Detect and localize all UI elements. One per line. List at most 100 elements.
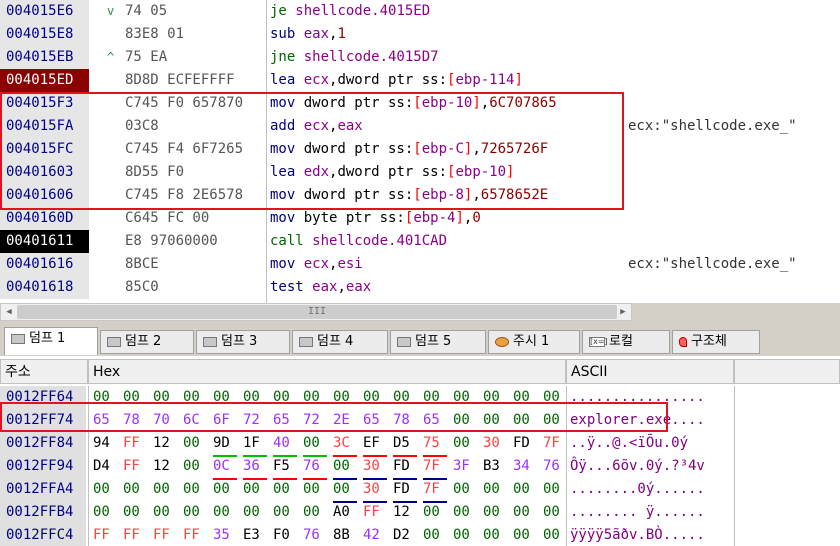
scroll-left-icon[interactable]: ◀ — [1, 304, 17, 320]
instruction-text[interactable]: sub eax,1 — [270, 23, 346, 46]
instruction-text[interactable]: jne shellcode.4015D7 — [270, 46, 439, 69]
instruction-address[interactable]: 004015FA — [0, 115, 89, 138]
ascii-text[interactable]: ........ ÿ...... — [570, 501, 705, 524]
hex-byte[interactable]: 00 — [243, 478, 267, 501]
hex-byte[interactable]: EF — [363, 432, 387, 457]
disasm-row[interactable]: 004015FA 03C8 add ecx,eax ecx:"shellcode.ex… — [0, 115, 840, 138]
hex-byte[interactable]: 00 — [123, 478, 147, 501]
hex-byte[interactable]: 00 — [303, 478, 327, 501]
hex-byte[interactable]: 00 — [453, 386, 477, 409]
hex-byte[interactable]: 6C — [183, 409, 207, 432]
hex-byte[interactable]: 00 — [273, 478, 297, 501]
hex-byte[interactable]: 00 — [183, 478, 207, 501]
hex-byte[interactable]: 00 — [453, 501, 477, 524]
hex-byte[interactable]: 00 — [303, 386, 327, 409]
hex-byte[interactable]: 00 — [453, 524, 477, 546]
hex-byte[interactable]: 00 — [333, 386, 357, 409]
instruction-address[interactable]: 00401606 — [0, 184, 89, 207]
hex-byte[interactable]: 00 — [273, 386, 297, 409]
hex-byte[interactable]: 35 — [213, 524, 237, 546]
hex-byte[interactable]: 76 — [543, 455, 567, 478]
scrollbar-thumb[interactable]: III — [17, 305, 617, 319]
disasm-row[interactable]: 00401611 E8 97060000 call shellcode.401CAD — [0, 230, 840, 253]
column-header-address[interactable]: 주소 — [0, 359, 88, 384]
hex-byte[interactable]: 00 — [183, 386, 207, 409]
column-header-hex[interactable]: Hex — [88, 359, 566, 384]
dump-address[interactable]: 0012FF94 — [0, 455, 86, 478]
hex-byte[interactable]: FF — [123, 455, 147, 478]
hex-byte[interactable]: 00 — [333, 455, 357, 480]
hex-byte[interactable]: 00 — [483, 501, 507, 524]
dump-row[interactable]: 0012FF94 D4 FF 12 00 0C 36 F5 76 00 30 FD 7F 3F B3 34 76… — [0, 455, 840, 480]
hex-byte[interactable]: 00 — [93, 386, 117, 409]
hex-byte[interactable]: F5 — [273, 455, 297, 480]
hex-byte[interactable]: D5 — [393, 432, 417, 457]
hex-byte[interactable]: FF — [183, 524, 207, 546]
disasm-row[interactable]: 00401618 85C0 test eax,eax — [0, 276, 840, 299]
hex-byte[interactable]: 00 — [453, 478, 477, 501]
hex-byte[interactable]: 00 — [123, 386, 147, 409]
hex-byte[interactable]: 00 — [423, 386, 447, 409]
dump-address[interactable]: 0012FF74 — [0, 409, 86, 432]
hex-byte[interactable]: 00 — [183, 432, 207, 455]
instruction-text[interactable]: mov dword ptr ss:[ebp-8],6578652E — [270, 184, 548, 207]
instruction-address[interactable]: 00401611 — [0, 230, 89, 253]
hex-byte[interactable]: 94 — [93, 432, 117, 455]
hex-byte[interactable]: 00 — [513, 524, 537, 546]
disasm-row[interactable]: 004015F3 C745 F0 657870 mov dword ptr ss:[… — [0, 92, 840, 115]
hex-byte[interactable]: 00 — [543, 478, 567, 501]
hex-byte[interactable]: 78 — [123, 409, 147, 432]
hex-byte[interactable]: F0 — [273, 524, 297, 546]
hex-byte[interactable]: 00 — [543, 501, 567, 524]
scroll-right-icon[interactable]: ▶ — [615, 304, 631, 320]
hex-byte[interactable]: 00 — [153, 478, 177, 501]
hex-byte[interactable]: 00 — [243, 501, 267, 524]
hex-byte[interactable]: 00 — [483, 478, 507, 501]
hex-byte[interactable]: 00 — [513, 386, 537, 409]
instruction-text[interactable]: mov byte ptr ss:[ebp-4],0 — [270, 207, 481, 230]
hex-byte[interactable]: 65 — [363, 409, 387, 432]
hex-byte[interactable]: 76 — [303, 455, 327, 480]
dump-row[interactable]: 0012FF74 65 78 70 6C 6F 72 65 72 2E 65 78 65 00 00 00 00… — [0, 409, 840, 432]
hex-byte[interactable]: 7F — [423, 478, 447, 503]
tab-dump-5[interactable]: 덤프 5 — [390, 330, 486, 354]
hex-byte[interactable]: D4 — [93, 455, 117, 478]
instruction-text[interactable]: lea edx,dword ptr ss:[ebp-10] — [270, 161, 514, 184]
hex-byte[interactable]: 00 — [513, 501, 537, 524]
hex-byte[interactable]: 00 — [543, 409, 567, 432]
instruction-text[interactable]: call shellcode.401CAD — [270, 230, 447, 253]
hex-byte[interactable]: 70 — [153, 409, 177, 432]
instruction-address[interactable]: 004015F3 — [0, 92, 89, 115]
dump-address[interactable]: 0012FF64 — [0, 386, 86, 409]
disasm-row[interactable]: 004015EB ^ 75 EA jne shellcode.4015D7 — [0, 46, 840, 69]
disasm-row[interactable]: 0040160D C645 FC 00 mov byte ptr ss:[ebp-4… — [0, 207, 840, 230]
tab-locals[interactable]: [x=]로컬 — [582, 330, 670, 354]
instruction-address[interactable]: 0040160D — [0, 207, 89, 230]
hex-byte[interactable]: 30 — [483, 432, 507, 455]
hex-byte[interactable]: 00 — [453, 409, 477, 432]
hex-byte[interactable]: E3 — [243, 524, 267, 546]
instruction-address[interactable]: 004015E8 — [0, 23, 89, 46]
disasm-row[interactable]: 00401603 8D55 F0 lea edx,dword ptr ss:[ebp… — [0, 161, 840, 184]
hex-byte[interactable]: 12 — [153, 432, 177, 455]
hex-byte[interactable]: 9D — [213, 432, 237, 457]
hex-byte[interactable]: 00 — [213, 478, 237, 501]
hex-byte[interactable]: 00 — [93, 478, 117, 501]
tab-dump-2[interactable]: 덤프 2 — [100, 330, 194, 354]
horizontal-scrollbar[interactable]: ◀ III ▶ — [0, 303, 632, 321]
tab-watch-1[interactable]: 주시 1 — [488, 330, 580, 354]
hex-byte[interactable]: 00 — [273, 501, 297, 524]
instruction-address[interactable]: 004015E6 — [0, 0, 89, 23]
hex-byte[interactable]: 00 — [123, 501, 147, 524]
hex-byte[interactable]: 30 — [363, 478, 387, 503]
disasm-row[interactable]: 004015E8 83E8 01 sub eax,1 — [0, 23, 840, 46]
hex-byte[interactable]: 42 — [363, 524, 387, 546]
hex-byte[interactable]: 00 — [393, 386, 417, 409]
hex-byte[interactable]: A0 — [333, 501, 357, 524]
hex-byte[interactable]: 00 — [153, 501, 177, 524]
disasm-row[interactable]: 004015ED 8D8D ECFEFFFF lea ecx,dword ptr s… — [0, 69, 840, 92]
dump-row[interactable]: 0012FFC4 FF FF FF FF 35 E3 F0 76 8B 42 D2 00 00 00 00 00… — [0, 524, 840, 546]
disasm-row[interactable]: 00401616 8BCE mov ecx,esi ecx:"shellcode.ex… — [0, 253, 840, 276]
hex-byte[interactable]: FF — [123, 524, 147, 546]
instruction-text[interactable]: mov dword ptr ss:[ebp-C],7265726F — [270, 138, 548, 161]
